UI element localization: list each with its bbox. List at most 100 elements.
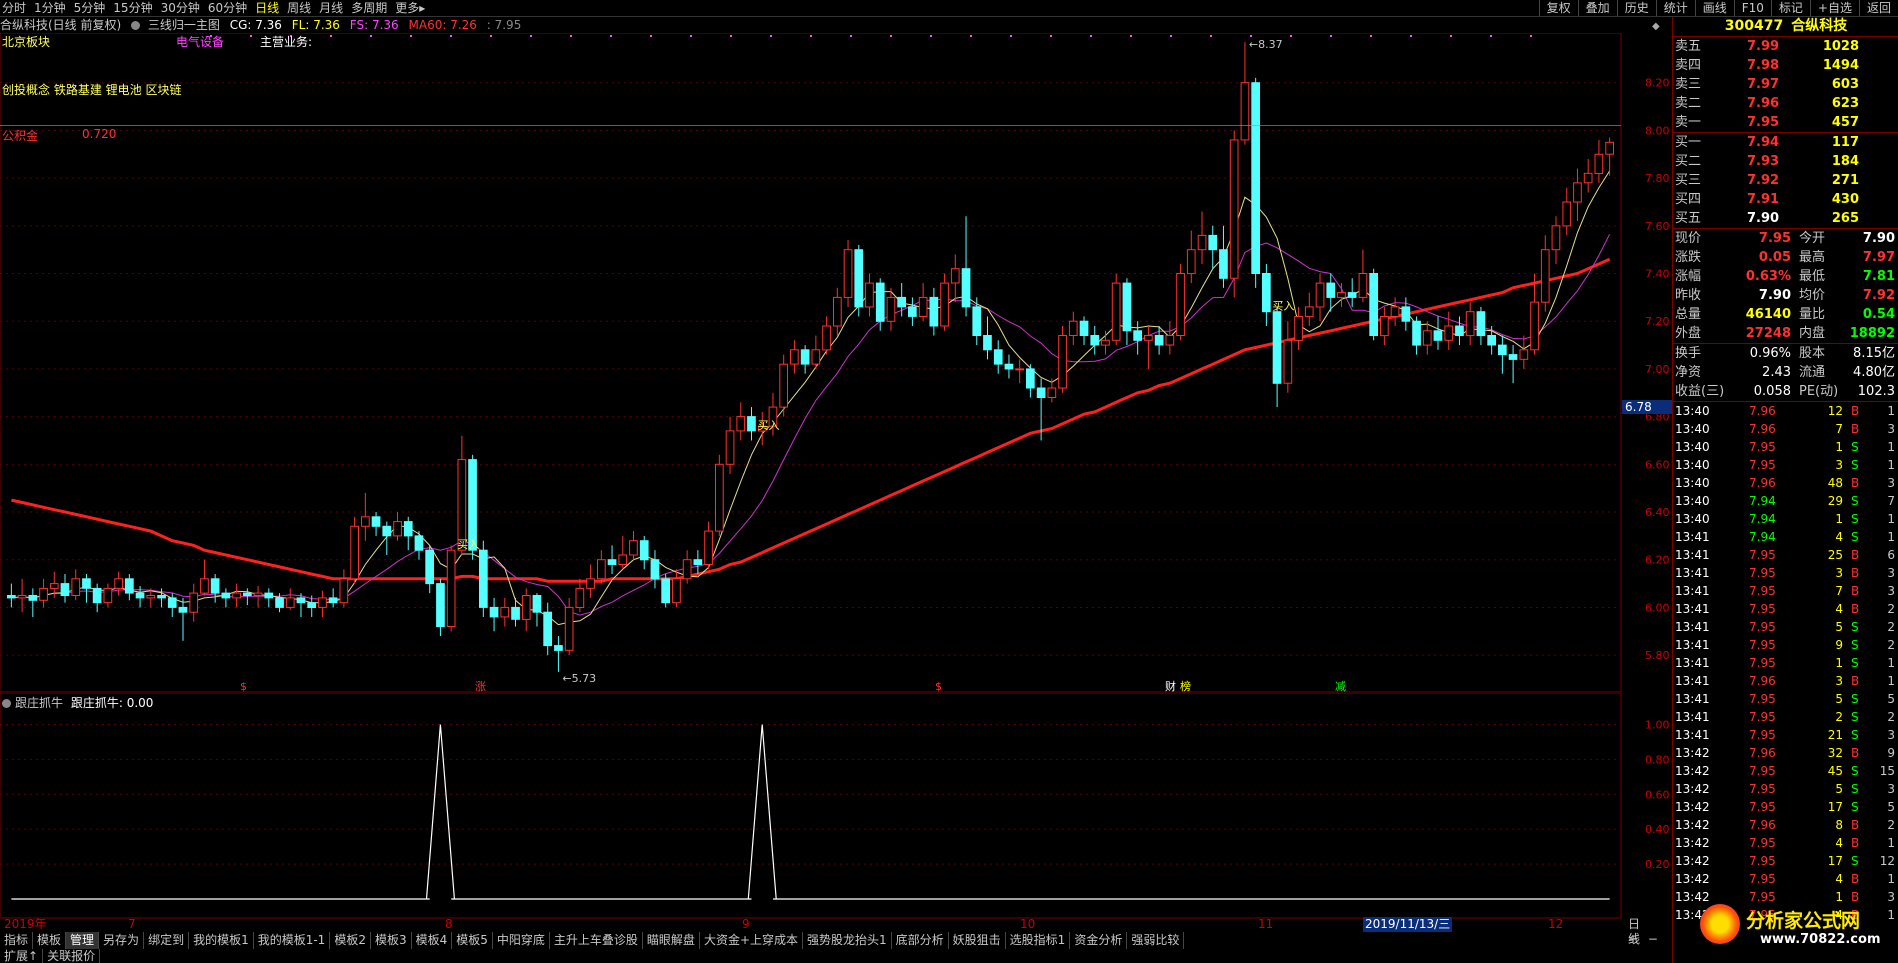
asks-volume: 1494 [1822, 58, 1859, 73]
template-tab[interactable]: 模板2 [330, 932, 371, 949]
tick-row[interactable]: 13:41 7.95 5 S 5 [1673, 690, 1898, 708]
tick-count: 1 [1887, 656, 1895, 670]
tick-row[interactable]: 13:41 7.96 3 B 1 [1673, 672, 1898, 690]
settings-icon[interactable] [131, 21, 141, 30]
sub-indicator-chart[interactable]: 1.00 0.80 0.60 0.40 0.20 跟庄抓牛 跟庄抓牛: 0.00 [0, 692, 1672, 919]
event-mark[interactable]: $ [935, 680, 942, 693]
template-tab[interactable]: 选股指标1 [1006, 932, 1071, 949]
quote-stat-row: 总量 46140 量比 0.54 [1673, 305, 1898, 324]
chart-tool-button[interactable]: 画线 [1694, 0, 1734, 16]
template-tab[interactable]: 妖股狙击 [949, 932, 1006, 949]
template-tab[interactable]: 模板5 [452, 932, 493, 949]
tick-row[interactable]: 13:40 7.95 1 S 1 [1673, 438, 1898, 456]
indicator-name[interactable]: 三线归一主图 [148, 18, 220, 32]
chart-tool-button[interactable]: 复权 [1538, 0, 1578, 16]
event-mark[interactable]: $ [240, 680, 247, 693]
event-mark[interactable]: 榜 [1180, 679, 1191, 693]
template-tab[interactable]: 我的模板1-1 [254, 932, 331, 949]
bottom-bar-button[interactable]: 扩展↑ [0, 949, 44, 963]
period-tab[interactable]: 5分钟 [74, 0, 106, 16]
tick-row[interactable]: 13:41 7.95 4 B 2 [1673, 600, 1898, 618]
chart-tool-button[interactable]: F10 [1733, 0, 1771, 16]
chart-tool-button[interactable]: +自选 [1809, 0, 1859, 16]
period-tab[interactable]: 60分钟 [208, 0, 247, 16]
tick-row[interactable]: 13:41 7.95 9 S 2 [1673, 636, 1898, 654]
tick-row[interactable]: 13:42 7.96 32 B 9 [1673, 744, 1898, 762]
tick-row[interactable]: 13:41 7.95 25 B 6 [1673, 546, 1898, 564]
tick-row[interactable]: 13:41 7.95 2 S 2 [1673, 708, 1898, 726]
template-tab[interactable]: 我的模板1 [189, 932, 254, 949]
tick-row[interactable]: 13:41 7.95 5 S 2 [1673, 618, 1898, 636]
date-axis: 2019年 7 8 9 10 11 12 2019/11/13/三 日线 [0, 917, 1640, 946]
tick-count: 2 [1887, 710, 1895, 724]
candle [682, 559, 692, 580]
tick-row[interactable]: 13:40 7.94 1 S 1 [1673, 510, 1898, 528]
period-tab[interactable]: 多周期 [351, 0, 387, 16]
template-tab[interactable]: 指标 [0, 932, 34, 949]
template-tab[interactable]: 绑定到 [144, 932, 190, 949]
tick-row[interactable]: 13:42 7.95 4 B 1 [1673, 870, 1898, 888]
period-tab[interactable]: 30分钟 [161, 0, 200, 16]
chart-tool-button[interactable]: 统计 [1655, 0, 1695, 16]
template-tab[interactable]: 主升上车叠诊股 [550, 932, 643, 949]
tick-row[interactable]: 13:40 7.95 3 S 1 [1673, 456, 1898, 474]
collapse-icon[interactable]: ◆ [1652, 21, 1660, 32]
template-tab[interactable]: 模板4 [412, 932, 453, 949]
period-tab[interactable]: 更多▸ [395, 0, 425, 16]
template-tab[interactable]: 资金分析 [1070, 932, 1128, 949]
tick-row[interactable]: 13:41 7.95 7 B 3 [1673, 582, 1898, 600]
template-tab[interactable]: 大资金+上穿成本 [700, 932, 803, 949]
y-tick-label: 6.60 [1645, 458, 1670, 471]
template-tab[interactable]: 强势股龙抬头1 [803, 932, 892, 949]
tick-row[interactable]: 13:42 7.95 4 B 1 [1673, 834, 1898, 852]
period-tab[interactable]: 日线 [255, 0, 279, 16]
tick-row[interactable]: 13:40 7.94 29 S 7 [1673, 492, 1898, 510]
tick-price: 7.95 [1749, 620, 1776, 634]
tick-row[interactable]: 13:41 7.95 21 S 3 [1673, 726, 1898, 744]
tick-row[interactable]: 13:41 7.95 3 B 3 [1673, 564, 1898, 582]
tick-row[interactable]: 13:40 7.96 12 B 1 [1673, 402, 1898, 420]
tick-count: 3 [1887, 422, 1895, 436]
tick-side: S [1851, 458, 1859, 472]
tick-row[interactable]: 13:41 7.95 1 S 1 [1673, 654, 1898, 672]
bottom-bar-button[interactable]: 关联报价 [43, 949, 101, 963]
candlestick-chart[interactable]: 8.20 8.00 7.80 7.60 7.40 7.20 7.00 6.80 6.60 6.40… [0, 21, 1673, 693]
tick-row[interactable]: 13:42 7.95 17 S 5 [1673, 798, 1898, 816]
event-mark[interactable]: 涨 [475, 680, 486, 693]
tick-row[interactable]: 13:41 7.94 4 S 1 [1673, 528, 1898, 546]
tick-row[interactable]: 13:42 7.95 5 S 3 [1673, 780, 1898, 798]
tick-side: B [1851, 818, 1860, 832]
tick-row[interactable]: 13:42 7.96 8 B 2 [1673, 816, 1898, 834]
chart-tool-button[interactable]: 叠加 [1577, 0, 1617, 16]
sub-settings-icon[interactable] [2, 699, 11, 708]
template-tab[interactable]: 中阳穿底 [493, 932, 550, 949]
template-tab[interactable]: 底部分析 [892, 932, 949, 949]
template-tab[interactable]: 管理 [66, 932, 100, 949]
tick-side: S [1851, 782, 1859, 796]
zoom-controls[interactable]: + − [1628, 932, 1661, 946]
tick-row[interactable]: 13:42 7.95 17 S 12 [1673, 852, 1898, 870]
candle [1422, 330, 1432, 346]
candle [371, 516, 381, 527]
chart-tool-button[interactable]: 历史 [1616, 0, 1656, 16]
period-tab[interactable]: 月线 [319, 0, 343, 16]
event-mark[interactable]: 财 [1165, 679, 1176, 693]
template-tab[interactable]: 瞄眼解盘 [643, 932, 700, 949]
chart-tool-button[interactable]: 标记 [1770, 0, 1810, 16]
template-tab[interactable]: 模板 [33, 932, 67, 949]
quote-stat-v1: 7.90 [1758, 288, 1791, 303]
chart-tool-button[interactable]: 返回 [1858, 0, 1898, 16]
template-tab[interactable]: 另存为 [99, 932, 145, 949]
template-tab[interactable]: 强弱比较 [1127, 932, 1185, 949]
tick-row[interactable]: 13:40 7.96 48 B 3 [1673, 474, 1898, 492]
template-tab[interactable]: 模板3 [371, 932, 412, 949]
tick-time: 13:40 [1675, 440, 1710, 454]
period-tab[interactable]: 周线 [287, 0, 311, 16]
period-tab[interactable]: 1分钟 [34, 0, 66, 16]
period-tab[interactable]: 分时 [2, 0, 26, 16]
tick-row[interactable]: 13:42 7.95 45 S 15 [1673, 762, 1898, 780]
tick-row[interactable]: 13:40 7.96 7 B 3 [1673, 420, 1898, 438]
period-tab[interactable]: 15分钟 [113, 0, 152, 16]
tick-count: 2 [1887, 638, 1895, 652]
event-mark[interactable]: 减 [1335, 680, 1346, 693]
